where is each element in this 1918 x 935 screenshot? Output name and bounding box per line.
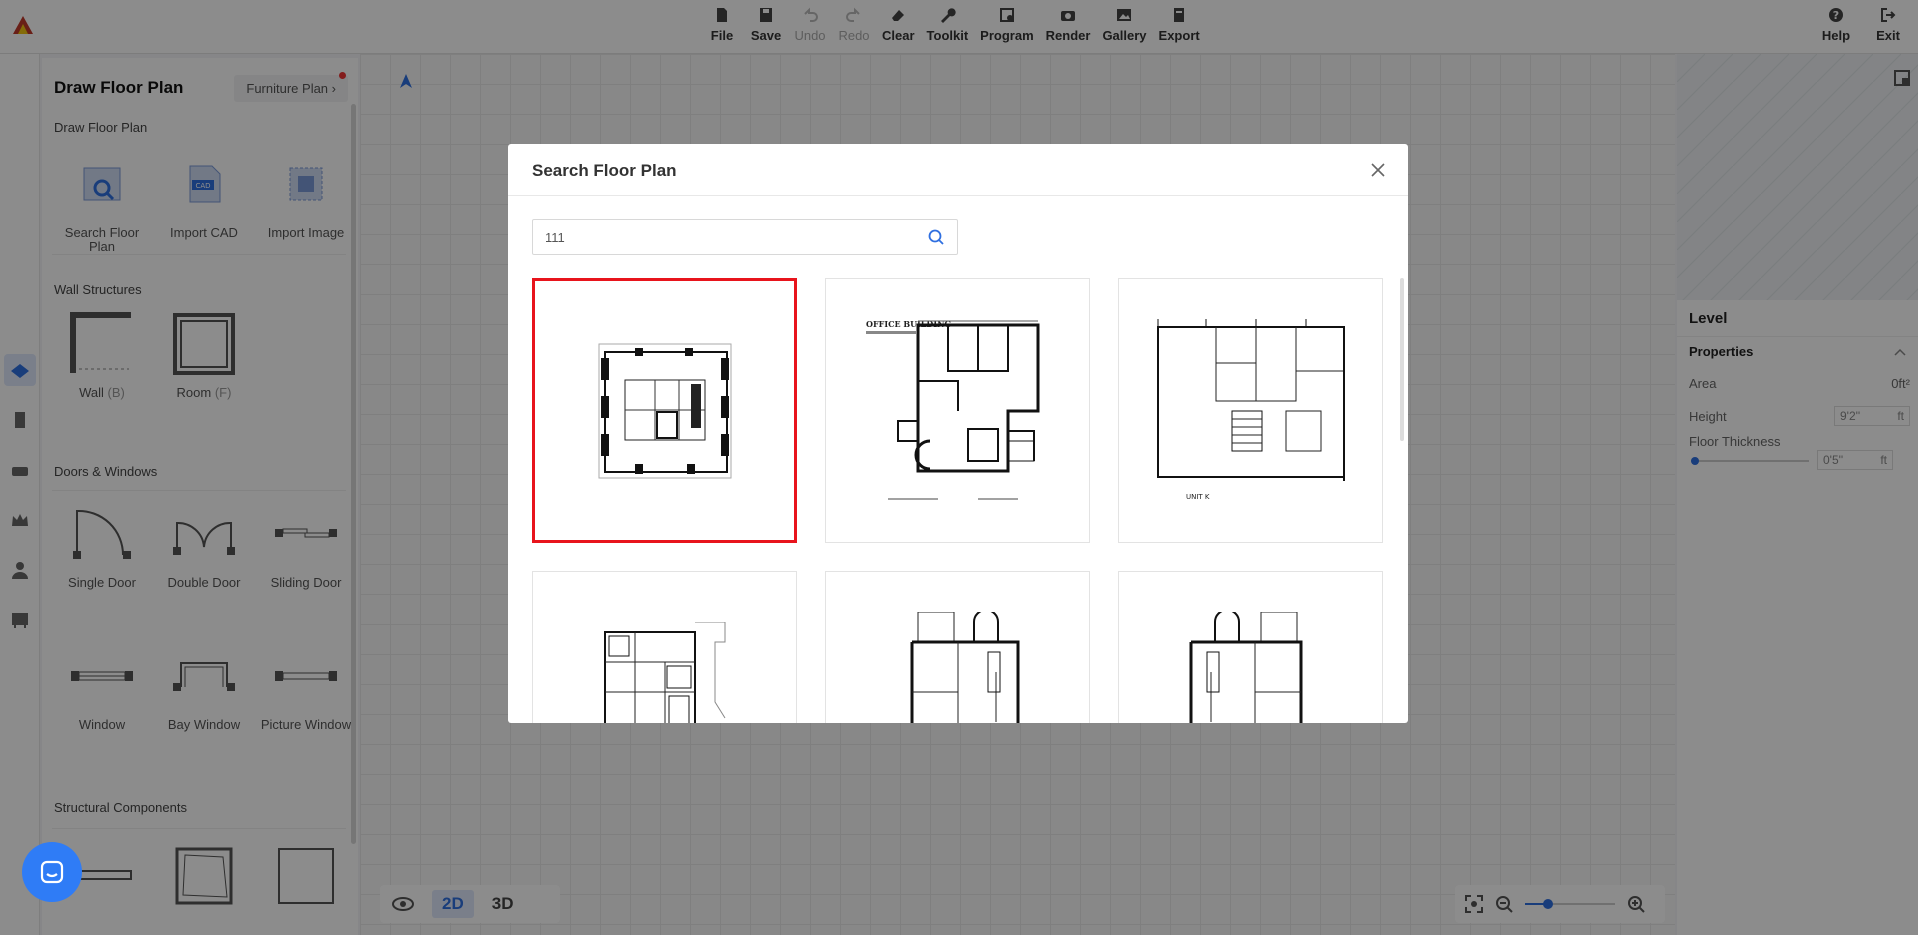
- floor-plan-result[interactable]: [825, 571, 1090, 723]
- floor-plan-thumbnail: [1189, 612, 1302, 723]
- floor-plan-thumbnail: UNIT K: [1156, 318, 1345, 501]
- dialog-title: Search Floor Plan: [532, 161, 677, 180]
- search-input[interactable]: [545, 229, 927, 245]
- results-grid: OFFICE BUILDING UNIT K: [532, 278, 1383, 723]
- floor-plan-thumbnail: [603, 622, 725, 723]
- results-scrollbar[interactable]: [1400, 278, 1404, 441]
- floor-plan-thumbnail: [598, 343, 731, 479]
- close-icon[interactable]: [1370, 162, 1386, 178]
- floor-plan-result[interactable]: [532, 571, 797, 723]
- search-field: [532, 219, 958, 255]
- floor-plan-result[interactable]: OFFICE BUILDING: [825, 278, 1090, 543]
- chat-button[interactable]: [22, 842, 82, 902]
- search-floor-plan-dialog: Search Floor Plan 111 OFFICE BUILDING UN…: [508, 144, 1408, 723]
- floor-plan-thumbnail: [910, 612, 1019, 723]
- search-icon[interactable]: [927, 228, 945, 246]
- chat-icon: [40, 860, 64, 884]
- dialog-header: Search Floor Plan: [508, 144, 1408, 196]
- svg-text:UNIT K: UNIT K: [1186, 493, 1210, 501]
- floor-plan-thumbnail: OFFICE BUILDING: [865, 319, 1039, 499]
- floor-plan-result[interactable]: [1118, 571, 1383, 723]
- floor-plan-result[interactable]: UNIT K: [1118, 278, 1383, 543]
- floor-plan-result[interactable]: [532, 278, 797, 543]
